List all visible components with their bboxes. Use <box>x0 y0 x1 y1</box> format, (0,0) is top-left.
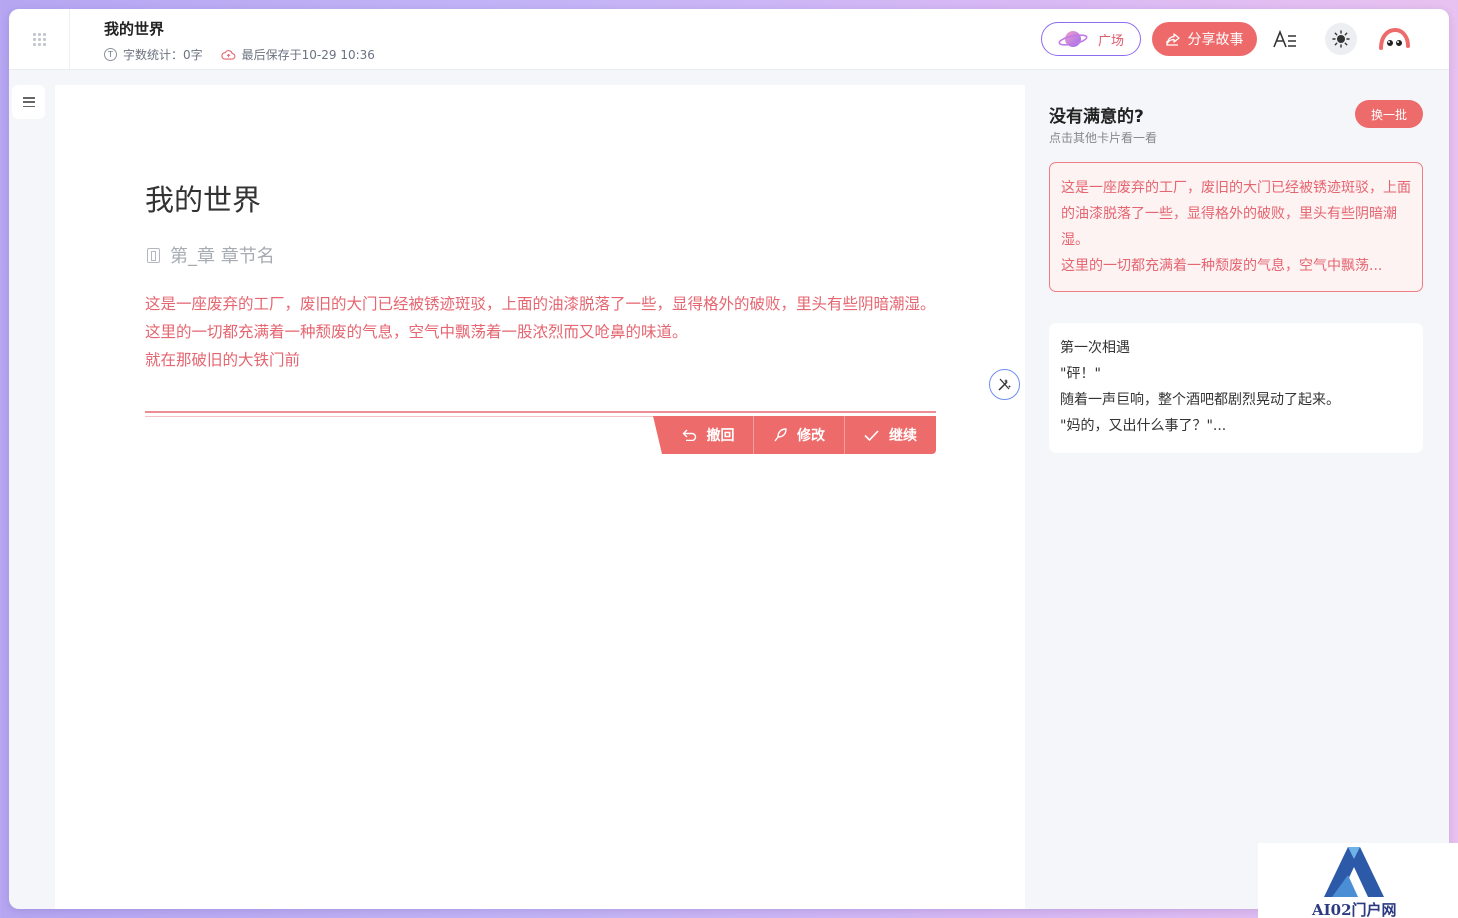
continue-label: 继续 <box>889 428 917 444</box>
book-icon <box>147 247 160 263</box>
menu-icon <box>22 97 35 107</box>
edit-button[interactable]: 修改 <box>753 416 844 454</box>
ai-assist-button[interactable] <box>989 369 1020 400</box>
suggestion-card-selected[interactable]: 这是一座废弃的工厂，废旧的大门已经被锈迹斑驳，上面的油漆脱落了一些，显得格外的破… <box>1049 162 1423 292</box>
section-name-input[interactable]: 第_章 章节名 <box>147 242 275 268</box>
check-icon <box>864 429 879 441</box>
card-text: "妈的，又出什么事了？"... <box>1060 418 1227 434</box>
undo-label: 撤回 <box>706 428 735 444</box>
plaza-button[interactable]: 广场 <box>1041 22 1141 56</box>
save-status: 最后保存于10-29 10:36 <box>220 46 375 63</box>
sun-icon <box>1332 30 1350 48</box>
share-label: 分享故事 <box>1187 32 1244 48</box>
sidebar-toggle-button[interactable] <box>12 85 45 119</box>
document-meta: T 字数统计：0字 最后保存于10-29 10:36 <box>104 46 393 63</box>
plaza-label: 广场 <box>1097 33 1124 49</box>
word-count-text: 字数统计：0字 <box>123 48 203 62</box>
cloud-save-icon <box>220 50 236 60</box>
share-icon <box>1165 32 1180 46</box>
refresh-batch-button[interactable]: 换一批 <box>1355 100 1423 128</box>
watermark-logo <box>1324 847 1384 897</box>
app-window: 我的世界 T 字数统计：0字 最后保存于10-29 10:36 广场 分享故事 … <box>9 9 1449 909</box>
document-title: 我的世界 <box>104 20 165 38</box>
grid-icon <box>32 32 46 46</box>
theme-toggle-button[interactable] <box>1325 23 1357 55</box>
planet-icon <box>1058 31 1088 47</box>
chapter-title[interactable]: 我的世界 <box>145 177 261 219</box>
editor-area[interactable]: 我的世界 第_章 章节名 这是一座废弃的工厂，废旧的大门已经被锈迹斑驳，上面的油… <box>55 85 1025 909</box>
feather-pen-icon <box>774 428 787 442</box>
top-header: 我的世界 T 字数统计：0字 最后保存于10-29 10:36 广场 分享故事 <box>9 9 1449 70</box>
word-count: T 字数统计：0字 <box>104 46 203 63</box>
font-settings-button[interactable] <box>1272 29 1298 51</box>
undo-button[interactable]: 撤回 <box>653 416 753 454</box>
undo-icon <box>682 429 696 441</box>
card-text: 第一次相遇 <box>1060 340 1130 356</box>
watermark-text: AI02门户网 <box>1312 901 1397 918</box>
edit-label: 修改 <box>797 428 825 444</box>
magic-wand-icon <box>998 378 1011 391</box>
user-avatar[interactable] <box>1378 26 1410 54</box>
suggestion-card[interactable]: 第一次相遇 "砰！" 随着一声巨响，整个酒吧都剧烈晃动了起来。 "妈的，又出什么… <box>1049 323 1423 453</box>
last-saved-text: 最后保存于10-29 10:36 <box>241 48 375 62</box>
generated-line: 这是一座废弃的工厂，废旧的大门已经被锈迹斑驳，上面的油漆脱落了一些，显得格外的破… <box>145 295 936 313</box>
share-story-button[interactable]: 分享故事 <box>1152 22 1257 56</box>
generated-text[interactable]: 这是一座废弃的工厂，废旧的大门已经被锈迹斑驳，上面的油漆脱落了一些，显得格外的破… <box>145 290 945 374</box>
watermark: AI02门户网 <box>1258 843 1458 918</box>
generated-line: 就在那破旧的大铁门前 <box>145 351 301 369</box>
card-text: 这是一座废弃的工厂，废旧的大门已经被锈迹斑驳，上面的油漆脱落了一些，显得格外的破… <box>1061 180 1411 248</box>
card-text: 这里的一切都充满着一种颓废的气息，空气中飘荡... <box>1061 258 1383 274</box>
card-text: 随着一声巨响，整个酒吧都剧烈晃动了起来。 <box>1060 392 1340 408</box>
continue-button[interactable]: 继续 <box>844 416 936 454</box>
card-text: "砰！" <box>1060 366 1101 382</box>
suggestion-panel-title: 没有满意的? <box>1049 107 1144 127</box>
section-placeholder: 第_章 章节名 <box>170 246 275 267</box>
apps-grid-button[interactable] <box>9 9 70 69</box>
suggestion-panel-subtitle: 点击其他卡片看一看 <box>1049 131 1158 145</box>
generated-line: 这里的一切都充满着一种颓废的气息，空气中飘荡着一股浓烈而又呛鼻的味道。 <box>145 323 688 341</box>
font-size-icon <box>1273 29 1296 48</box>
text-count-icon: T <box>104 48 117 61</box>
generation-divider <box>145 411 936 413</box>
generation-action-bar: 撤回 修改 继续 <box>653 416 936 454</box>
